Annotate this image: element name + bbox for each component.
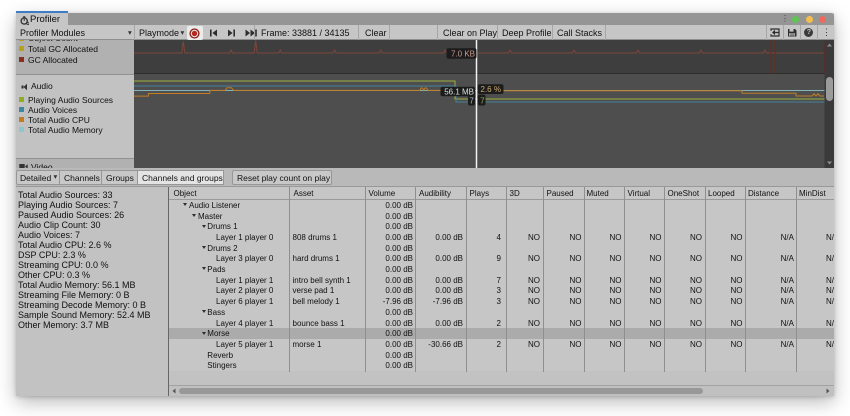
svg-text:7.0 KB: 7.0 KB [450, 50, 474, 59]
svg-text:7: 7 [480, 96, 485, 105]
svg-text:2.6 %: 2.6 % [480, 85, 500, 94]
svg-text:7: 7 [469, 96, 474, 105]
